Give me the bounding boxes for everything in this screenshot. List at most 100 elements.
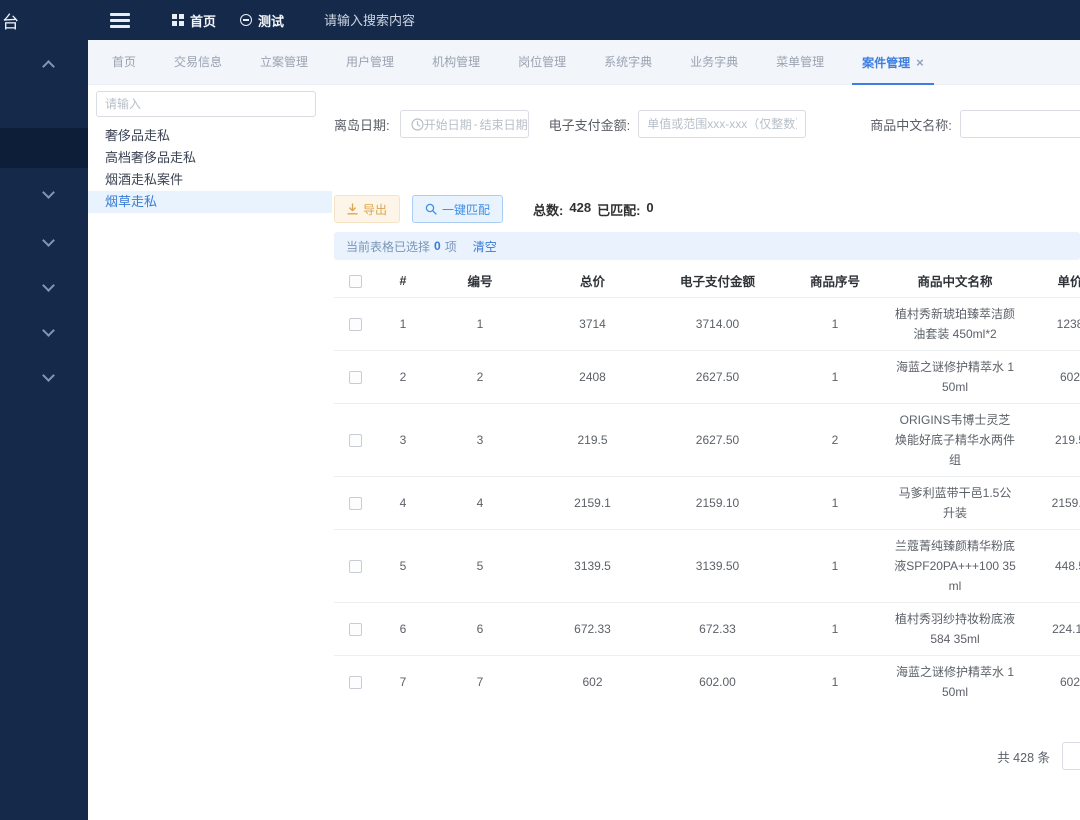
product-name-input[interactable] <box>960 110 1080 138</box>
tab[interactable]: 立案管理× <box>250 40 318 85</box>
cell-unit: 448.5 <box>1020 553 1080 579</box>
table-row: 6 6 672.33 672.33 1 植村秀羽纱持妆粉底液 584 35ml … <box>334 603 1080 656</box>
col-epay: 电子支付金额 <box>655 271 780 290</box>
search-icon <box>425 203 437 215</box>
chevron-down-icon[interactable] <box>44 326 52 334</box>
row-checkbox[interactable] <box>349 318 362 331</box>
logo-text: 台 <box>2 8 98 33</box>
tab[interactable]: 机构管理× <box>422 40 490 85</box>
cell-seq: 1 <box>780 669 890 695</box>
table-row: 1 1 3714 3714.00 1 植村秀新琥珀臻萃洁颜油套装 450ml*2… <box>334 298 1080 351</box>
tab[interactable]: 用户管理× <box>336 40 404 85</box>
row-checkbox[interactable] <box>349 434 362 447</box>
pagination-footer: 共 428 条 <box>334 742 1080 770</box>
cell-name: 植村秀新琥珀臻萃洁颜油套装 450ml*2 <box>890 298 1020 350</box>
export-button[interactable]: 导出 <box>334 195 400 223</box>
date-separator: - <box>472 117 480 131</box>
table-row: 3 3 219.5 2627.50 2 ORIGINS韦博士灵芝焕能好底子精华水… <box>334 404 1080 477</box>
selection-count: 0 <box>434 239 441 253</box>
row-checkbox[interactable] <box>349 497 362 510</box>
cell-seq: 1 <box>780 311 890 337</box>
tab[interactable]: 菜单管理× <box>766 40 834 85</box>
cell-index: 3 <box>376 427 430 453</box>
menu-icon[interactable] <box>110 13 130 28</box>
case-type-panel: 奢侈品走私 高档奢侈品走私 烟酒走私案件 烟草走私 <box>88 85 332 820</box>
tab[interactable]: 业务字典× <box>680 40 748 85</box>
tab[interactable]: 系统字典× <box>594 40 662 85</box>
cell-total: 219.5 <box>530 427 655 453</box>
tab-label: 用户管理 <box>346 55 394 69</box>
table-row: 5 5 3139.5 3139.50 1 兰蔻菁纯臻颜精华粉底液SPF20PA+… <box>334 530 1080 603</box>
cell-unit: 219.5 <box>1020 427 1080 453</box>
case-type-item[interactable]: 高档奢侈品走私 <box>88 147 332 169</box>
tab[interactable]: 案件管理× <box>852 40 934 85</box>
page-size-select[interactable] <box>1062 742 1080 770</box>
close-icon[interactable]: × <box>916 55 924 70</box>
cell-name: 马爹利蓝带干邑1.5公升装 <box>890 477 1020 529</box>
chevron-down-icon[interactable] <box>44 236 52 244</box>
cell-code: 6 <box>430 616 530 642</box>
cell-seq: 1 <box>780 616 890 642</box>
cell-epay: 602.00 <box>655 669 780 695</box>
case-type-search-input[interactable] <box>96 91 316 117</box>
case-type-item[interactable]: 烟草走私 <box>88 191 332 213</box>
date-range-picker[interactable]: 开始日期 - 结束日期 <box>400 110 529 138</box>
chevron-down-icon[interactable] <box>44 188 52 196</box>
cell-code: 5 <box>430 553 530 579</box>
cell-epay: 3714.00 <box>655 311 780 337</box>
chevron-down-icon[interactable] <box>44 281 52 289</box>
tab-label: 交易信息 <box>174 55 222 69</box>
cell-epay: 2627.50 <box>655 427 780 453</box>
date-end-placeholder[interactable]: 结束日期 <box>480 116 528 133</box>
nav-test[interactable]: 测试 <box>240 11 284 30</box>
clear-selection-link[interactable]: 清空 <box>473 238 497 255</box>
nav-home[interactable]: 首页 <box>172 11 216 30</box>
table-row: 2 2 2408 2627.50 1 海蓝之谜修护精萃水 150ml 602 <box>334 351 1080 404</box>
cell-total: 2408 <box>530 364 655 390</box>
col-seq: 商品序号 <box>780 271 890 290</box>
chevron-up-icon[interactable] <box>44 62 52 70</box>
col-code: 编号 <box>430 271 530 290</box>
table-body: 1 1 3714 3714.00 1 植村秀新琥珀臻萃洁颜油套装 450ml*2… <box>334 298 1080 701</box>
cell-unit: 224.11 <box>1020 616 1080 642</box>
table-header: # 编号 总价 电子支付金额 商品序号 商品中文名称 单价 <box>334 264 1080 298</box>
tab-label: 岗位管理 <box>518 55 566 69</box>
cell-name: 海蓝之谜修护精萃水 150ml <box>890 351 1020 403</box>
topbar: 台 首页 测试 <box>0 0 1080 40</box>
case-type-item[interactable]: 奢侈品走私 <box>88 125 332 147</box>
tab-label: 系统字典 <box>604 55 652 69</box>
tab[interactable]: 首页× <box>102 40 146 85</box>
matched-value: 0 <box>646 200 653 219</box>
tab[interactable]: 交易信息× <box>164 40 232 85</box>
chevron-down-icon[interactable] <box>44 371 52 379</box>
case-type-item[interactable]: 烟酒走私案件 <box>88 169 332 191</box>
epay-amount-input[interactable] <box>638 110 806 138</box>
case-type-list: 奢侈品走私 高档奢侈品走私 烟酒走私案件 烟草走私 <box>88 125 332 213</box>
cell-name: 兰蔻菁纯臻颜精华粉底液SPF20PA+++100 35ml <box>890 530 1020 602</box>
sidebar-active-item[interactable] <box>0 128 88 168</box>
selection-unit: 项 <box>445 238 457 255</box>
cell-index: 2 <box>376 364 430 390</box>
cell-seq: 1 <box>780 364 890 390</box>
row-checkbox[interactable] <box>349 623 362 636</box>
content-area: 首页× 交易信息× 立案管理× 用户管理× 机构管理× <box>88 40 1080 820</box>
date-start-placeholder[interactable]: 开始日期 <box>424 116 472 133</box>
product-name-label: 商品中文名称: <box>870 115 952 134</box>
match-button-label: 一键匹配 <box>442 201 490 218</box>
grid-icon <box>172 14 184 26</box>
row-checkbox[interactable] <box>349 560 362 573</box>
table-row: 7 7 602 602.00 1 海蓝之谜修护精萃水 150ml 602 <box>334 656 1080 701</box>
row-checkbox[interactable] <box>349 371 362 384</box>
tab[interactable]: 岗位管理× <box>508 40 576 85</box>
cell-total: 602 <box>530 669 655 695</box>
record-count: 共 428 条 <box>997 747 1050 766</box>
cell-code: 7 <box>430 669 530 695</box>
select-all-checkbox[interactable] <box>349 275 362 288</box>
row-checkbox[interactable] <box>349 676 362 689</box>
cell-code: 3 <box>430 427 530 453</box>
cell-index: 1 <box>376 311 430 337</box>
one-click-match-button[interactable]: 一键匹配 <box>412 195 503 223</box>
global-search-input[interactable] <box>324 13 544 28</box>
cell-epay: 2159.10 <box>655 490 780 516</box>
selection-bar: 当前表格已选择 0 项 清空 <box>334 232 1080 260</box>
